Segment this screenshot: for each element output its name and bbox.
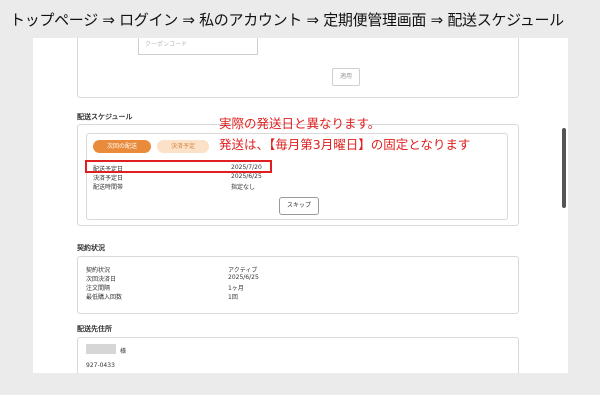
next-payment-label: 次回決済日 [86, 276, 117, 283]
coupon-code-input[interactable]: クーポンコード [138, 38, 258, 55]
address-title: 配送先住所 [77, 325, 112, 333]
delivery-time-value: 指定なし [231, 184, 256, 191]
tab-payment-plan[interactable]: 決済予定 [157, 140, 209, 153]
scrollbar[interactable] [562, 128, 566, 208]
contract-status-label: 契約状況 [86, 267, 111, 274]
payment-date-label: 決済予定日 [93, 175, 124, 182]
redacted-name [86, 344, 116, 354]
annotation-line-2: 発送は、【毎月第3月曜日】の固定となります [219, 137, 471, 152]
delivery-time-label: 配送時間帯 [93, 184, 124, 191]
apply-button[interactable]: 適用 [332, 68, 360, 86]
contract-title: 契約状況 [77, 244, 105, 252]
screenshot-area: クーポンコード 適用 配送スケジュール 次回の配送 決済予定 配送予定日 202… [33, 38, 568, 373]
min-purchase-value: 1回 [228, 294, 238, 301]
breadcrumb: トップページ ⇒ ログイン ⇒ 私のアカウント ⇒ 定期便管理画面 ⇒ 配送スケ… [10, 11, 564, 29]
contract-status-value: アクティブ [228, 267, 258, 274]
order-interval-value: 1ヶ月 [228, 285, 244, 292]
schedule-title: 配送スケジュール [77, 113, 133, 121]
tab-next-delivery[interactable]: 次回の配送 [93, 140, 151, 153]
address-card: 様 927-0433 [77, 337, 519, 373]
honorific-label: 様 [120, 348, 127, 355]
contract-card: 契約状況 アクティブ 次回決済日 2025/6/25 注文間隔 1ヶ月 最低購入… [77, 256, 519, 314]
order-interval-label: 注文間隔 [86, 285, 111, 292]
postal-code: 927-0433 [86, 362, 115, 369]
annotation-line-1: 実際の発送日と異なります。 [219, 116, 381, 131]
next-payment-value: 2025/6/25 [228, 274, 259, 281]
min-purchase-label: 最低購入回数 [86, 294, 123, 301]
header-bar: トップページ ⇒ ログイン ⇒ 私のアカウント ⇒ 定期便管理画面 ⇒ 配送スケ… [0, 0, 600, 38]
payment-date-value: 2025/6/25 [231, 173, 262, 180]
delivery-date-highlight [85, 160, 272, 173]
coupon-card: クーポンコード 適用 [77, 38, 519, 98]
skip-button[interactable]: スキップ [279, 197, 319, 215]
